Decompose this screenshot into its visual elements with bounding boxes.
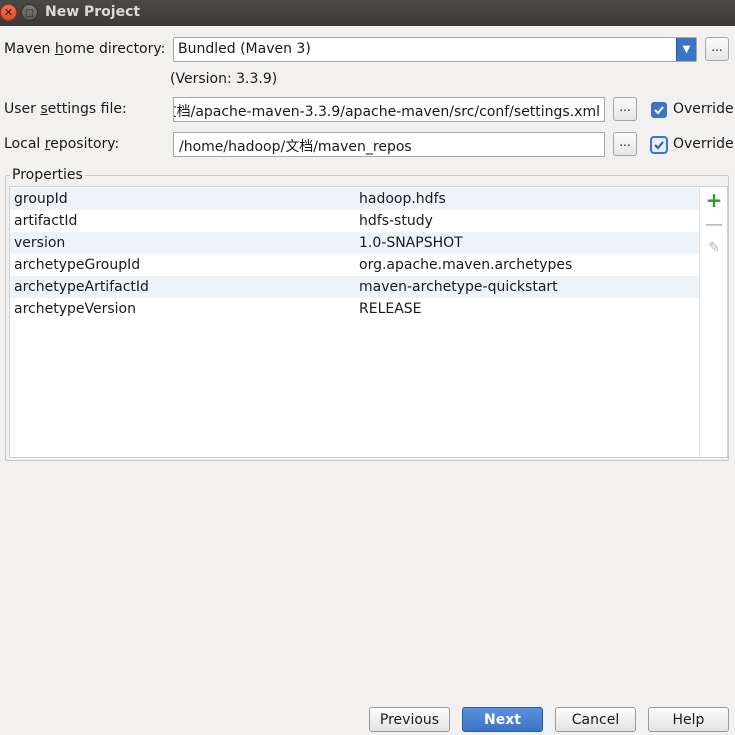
user-settings-override-label: Override bbox=[673, 101, 734, 117]
maximize-icon[interactable]: ◻ bbox=[21, 4, 38, 21]
window-title: New Project bbox=[45, 4, 141, 20]
previous-button[interactable]: Previous bbox=[369, 707, 450, 732]
maven-version-text: (Version: 3.3.9) bbox=[170, 71, 278, 87]
property-key: version bbox=[14, 235, 66, 251]
property-key: archetypeArtifactId bbox=[14, 279, 149, 295]
property-value: hdfs-study bbox=[359, 213, 433, 229]
property-value: org.apache.maven.archetypes bbox=[359, 257, 573, 273]
maven-home-label-mnemonic: h bbox=[54, 41, 64, 57]
next-button[interactable]: Next bbox=[462, 707, 543, 732]
checkmark-icon bbox=[654, 141, 664, 150]
local-repo-browse-button[interactable]: ... bbox=[613, 132, 637, 156]
property-key: archetypeGroupId bbox=[14, 257, 141, 273]
add-icon[interactable]: + bbox=[704, 188, 724, 212]
title-bar: ✕ ◻ New Project bbox=[0, 0, 735, 26]
user-settings-label-suffix: ettings file: bbox=[47, 101, 127, 117]
table-row[interactable]: groupId hadoop.hdfs bbox=[10, 188, 699, 210]
local-repo-label-suffix: epository: bbox=[50, 136, 120, 152]
user-settings-browse-button[interactable]: ... bbox=[613, 97, 637, 121]
user-settings-label-mnemonic: s bbox=[40, 101, 48, 117]
maven-home-label-prefix: Maven bbox=[4, 41, 55, 57]
property-key: artifactId bbox=[14, 213, 78, 229]
user-settings-label: User settings file: bbox=[4, 101, 127, 117]
properties-title: Properties bbox=[10, 167, 85, 183]
chevron-down-icon[interactable]: ▼ bbox=[676, 38, 696, 61]
checkmark-icon bbox=[654, 106, 664, 115]
local-repo-value: /home/hadoop/文档/maven_repos bbox=[179, 139, 412, 155]
user-settings-field[interactable]: /home/hadoop/文档/apache-maven-3.3.9/apach… bbox=[173, 97, 605, 122]
remove-icon[interactable]: — bbox=[704, 214, 724, 235]
table-row[interactable]: archetypeArtifactId maven-archetype-quic… bbox=[10, 276, 699, 298]
user-settings-label-prefix: User bbox=[4, 101, 41, 117]
close-icon[interactable]: ✕ bbox=[0, 4, 17, 21]
table-row[interactable]: archetypeVersion RELEASE bbox=[10, 298, 699, 320]
property-value: maven-archetype-quickstart bbox=[359, 279, 558, 295]
cancel-button[interactable]: Cancel bbox=[555, 707, 636, 732]
edit-icon[interactable]: ✎ bbox=[704, 238, 724, 258]
user-settings-value: /home/hadoop/文档/apache-maven-3.3.9/apach… bbox=[174, 104, 600, 120]
property-key: groupId bbox=[14, 191, 68, 207]
maven-home-label: Maven home directory: bbox=[4, 41, 165, 57]
maven-home-combo[interactable]: Bundled (Maven 3) ▼ bbox=[173, 37, 697, 62]
user-settings-override-checkbox[interactable] bbox=[651, 102, 667, 118]
maven-home-browse-button[interactable]: ... bbox=[705, 37, 729, 61]
property-value: RELEASE bbox=[359, 301, 422, 317]
local-repo-label-prefix: Local bbox=[4, 136, 45, 152]
table-row[interactable]: version 1.0-SNAPSHOT bbox=[10, 232, 699, 254]
property-key: archetypeVersion bbox=[14, 301, 136, 317]
properties-panel: groupId hadoop.hdfs artifactId hdfs-stud… bbox=[9, 186, 728, 458]
property-value: 1.0-SNAPSHOT bbox=[359, 235, 463, 251]
table-row[interactable]: archetypeGroupId org.apache.maven.archet… bbox=[10, 254, 699, 276]
table-row[interactable]: artifactId hdfs-study bbox=[10, 210, 699, 232]
maven-home-value: Bundled (Maven 3) bbox=[178, 41, 311, 57]
local-repo-field[interactable]: /home/hadoop/文档/maven_repos bbox=[173, 132, 605, 157]
local-repo-override-checkbox[interactable] bbox=[651, 137, 667, 153]
local-repo-label: Local repository: bbox=[4, 136, 119, 152]
properties-table: groupId hadoop.hdfs artifactId hdfs-stud… bbox=[10, 187, 700, 457]
property-value: hadoop.hdfs bbox=[359, 191, 446, 207]
local-repo-override-label: Override bbox=[673, 136, 734, 152]
help-button[interactable]: Help bbox=[648, 707, 729, 732]
maven-home-label-suffix: ome directory: bbox=[63, 41, 166, 57]
